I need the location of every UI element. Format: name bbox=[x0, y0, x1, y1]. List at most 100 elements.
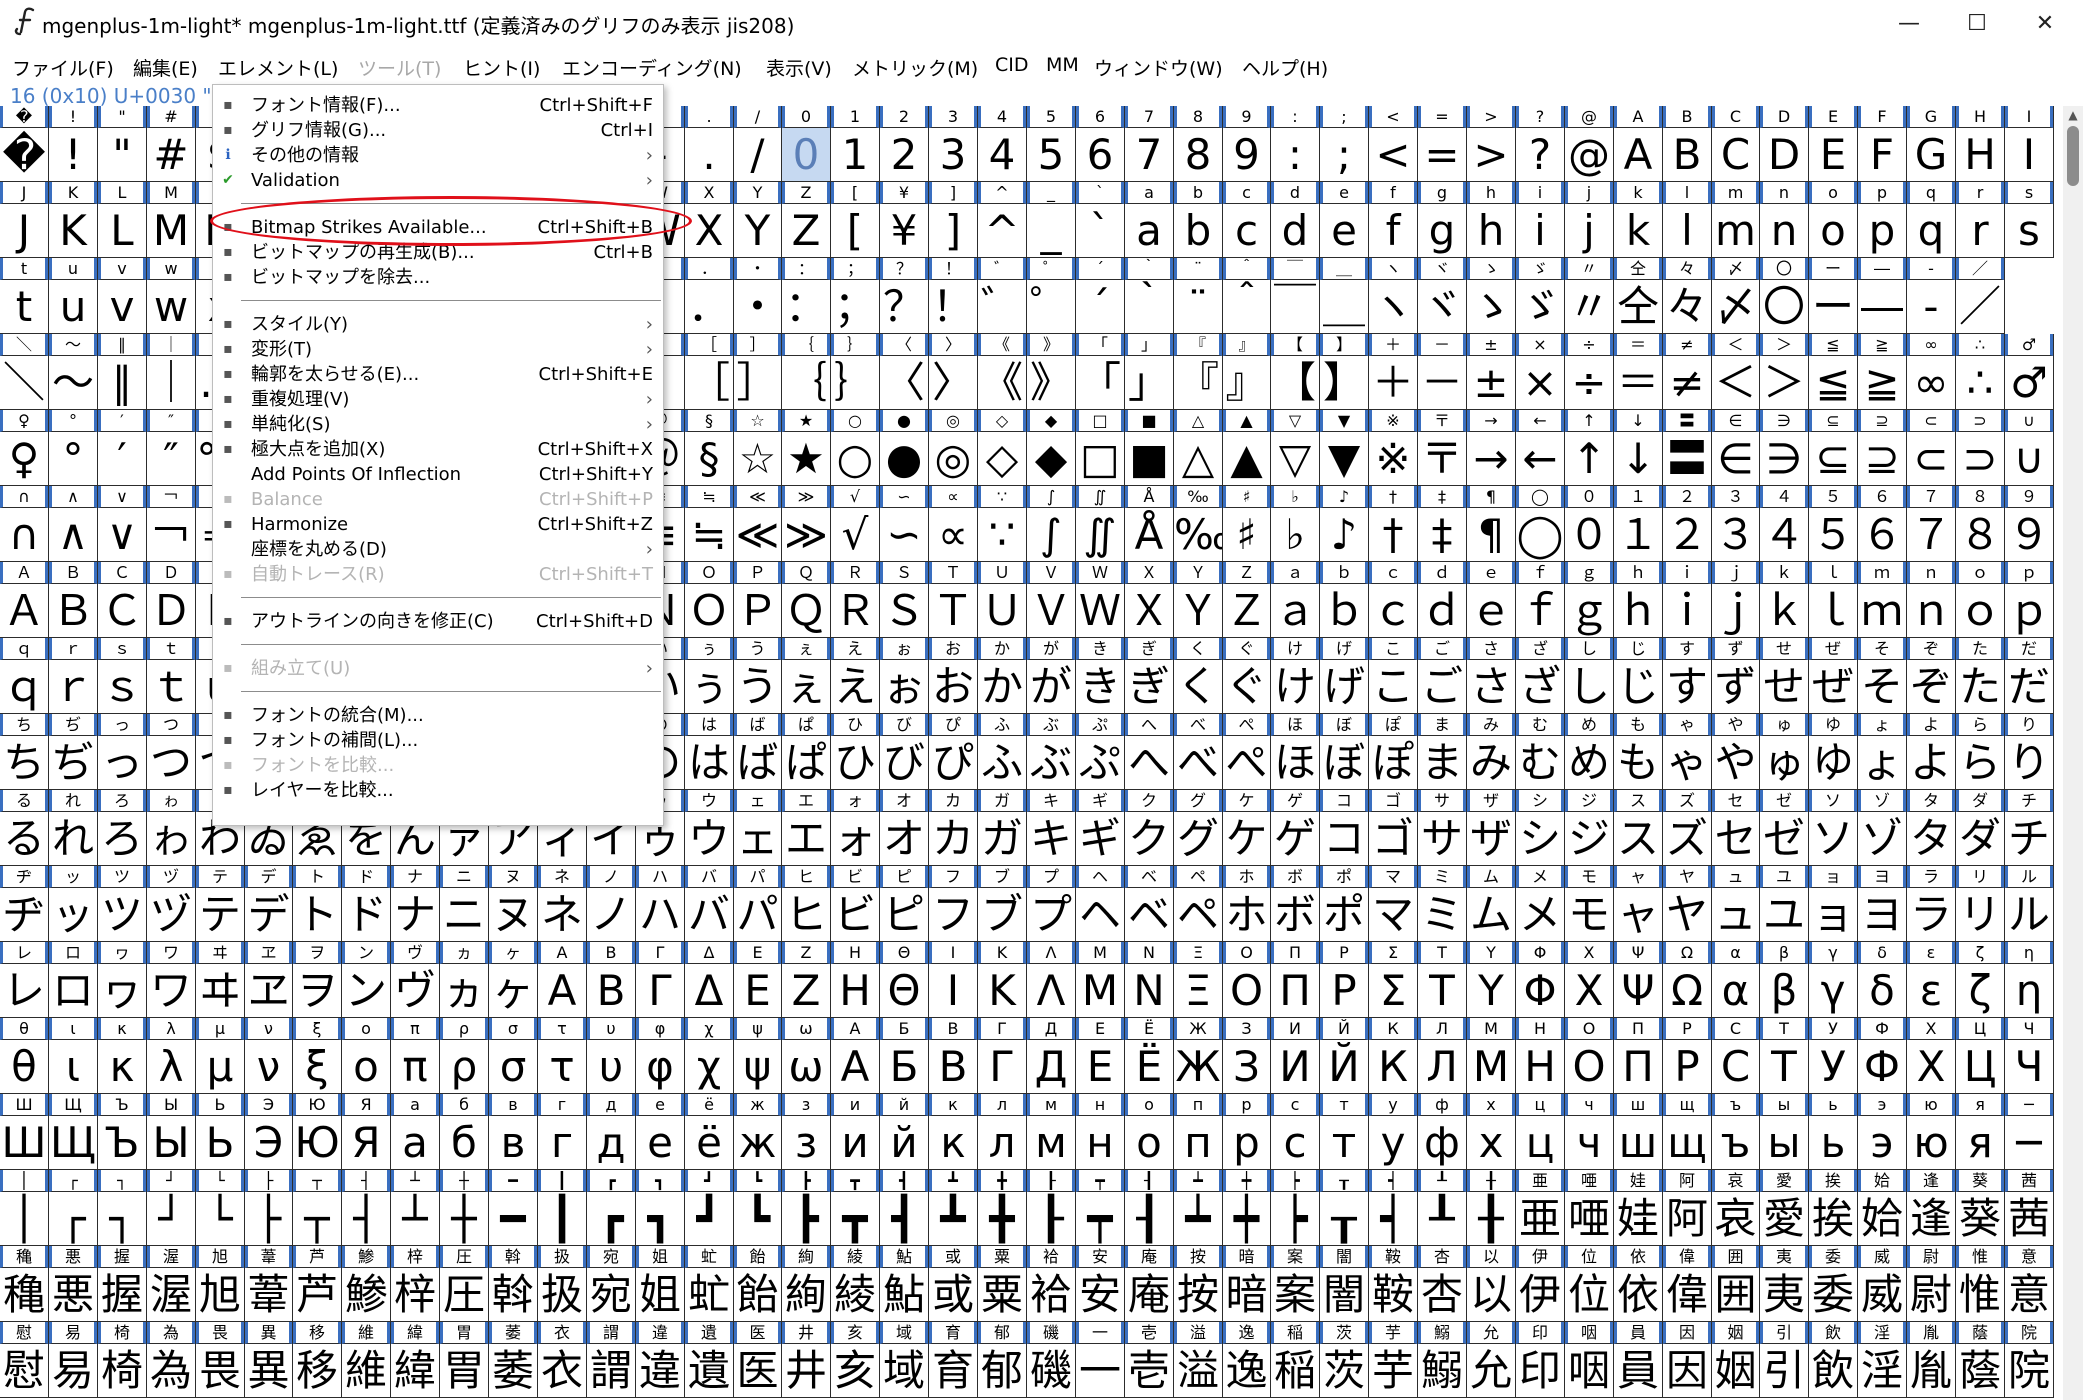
menu-mm[interactable]: MM bbox=[1046, 54, 1079, 76]
glyph-cell[interactable]: トト bbox=[293, 866, 342, 942]
menu-item[interactable]: 座標を丸める(D) › bbox=[213, 537, 663, 562]
glyph-cell[interactable]: ズズ bbox=[1663, 790, 1712, 866]
glyph-cell[interactable]: ∈ ∈ bbox=[1712, 410, 1760, 486]
glyph-cell[interactable]: → → bbox=[1467, 410, 1516, 486]
glyph-cell[interactable]: ┰ ┰ bbox=[1320, 1170, 1369, 1246]
glyph-cell[interactable]: 院院 bbox=[2005, 1322, 2054, 1398]
glyph-cell[interactable]: нн bbox=[1076, 1094, 1125, 1170]
glyph-cell[interactable]: 》》 bbox=[1027, 334, 1076, 410]
glyph-cell[interactable]: ββ bbox=[1760, 942, 1809, 1018]
glyph-cell[interactable]: ぱぱ bbox=[782, 714, 831, 790]
glyph-cell[interactable]: ┻ ┻ bbox=[929, 1170, 978, 1246]
glyph-cell[interactable]: ┐ ┐ bbox=[98, 1170, 147, 1246]
glyph-cell[interactable]: oo bbox=[1809, 182, 1858, 258]
glyph-cell[interactable]: ‐ ‐ bbox=[1907, 258, 1956, 334]
glyph-cell[interactable]: ｈｈ bbox=[1614, 562, 1663, 638]
glyph-cell[interactable]: －－ bbox=[1418, 334, 1467, 410]
glyph-cell[interactable]: жж bbox=[734, 1094, 782, 1170]
glyph-cell[interactable]: 77 bbox=[1125, 106, 1174, 182]
glyph-cell[interactable]: вв bbox=[489, 1094, 538, 1170]
glyph-cell[interactable]: 唖唖 bbox=[1565, 1170, 1614, 1246]
glyph-cell[interactable]: すす bbox=[1663, 638, 1712, 714]
glyph-cell[interactable]: ６６ bbox=[1858, 486, 1907, 562]
glyph-cell[interactable]: ΜΜ bbox=[1076, 942, 1125, 1018]
glyph-cell[interactable]: 亜亜 bbox=[1516, 1170, 1565, 1246]
glyph-cell[interactable]: ÷ ÷ bbox=[1565, 334, 1614, 410]
menu-element[interactable]: エレメント(L) bbox=[218, 54, 338, 81]
glyph-cell[interactable]: 茜茜 bbox=[2005, 1170, 2054, 1246]
menu-metrics[interactable]: メトリック(M) bbox=[852, 54, 978, 81]
glyph-cell[interactable]: ээ bbox=[1858, 1094, 1907, 1170]
glyph-cell[interactable]: ｊｊ bbox=[1712, 562, 1760, 638]
glyph-cell[interactable]: аа bbox=[391, 1094, 440, 1170]
glyph-cell[interactable]: ぷぷ bbox=[1076, 714, 1125, 790]
glyph-cell[interactable]: шш bbox=[1614, 1094, 1663, 1170]
glyph-cell[interactable]: 慰慰 bbox=[0, 1322, 49, 1398]
glyph-cell[interactable]: ネネ bbox=[538, 866, 587, 942]
glyph-cell[interactable]: ыы bbox=[1760, 1094, 1809, 1170]
glyph-cell[interactable]: エエ bbox=[782, 790, 831, 866]
glyph-cell[interactable]: ▲ ▲ bbox=[1223, 410, 1271, 486]
glyph-cell[interactable]: νν bbox=[245, 1018, 293, 1094]
glyph-cell[interactable]: ΨΨ bbox=[1614, 942, 1663, 1018]
glyph-cell[interactable]: ガガ bbox=[978, 790, 1027, 866]
menu-window[interactable]: ウィンドウ(W) bbox=[1094, 54, 1223, 81]
glyph-cell[interactable]: ГГ bbox=[978, 1018, 1027, 1094]
glyph-cell[interactable]: .. bbox=[685, 106, 734, 182]
glyph-cell[interactable]: むむ bbox=[1516, 714, 1565, 790]
glyph-cell[interactable]: ΘΘ bbox=[880, 942, 929, 1018]
glyph-cell[interactable]: АА bbox=[831, 1018, 880, 1094]
glyph-cell[interactable]: θθ bbox=[0, 1018, 49, 1094]
glyph-cell[interactable]: ４４ bbox=[1760, 486, 1809, 562]
glyph-cell[interactable]: AA bbox=[1614, 106, 1663, 182]
glyph-cell[interactable]: ± ± bbox=[1467, 334, 1516, 410]
glyph-cell[interactable]: かか bbox=[978, 638, 1027, 714]
glyph-cell[interactable]: ≫ ≫ bbox=[782, 486, 831, 562]
glyph-cell[interactable]: ぼぼ bbox=[1320, 714, 1369, 790]
glyph-cell[interactable]: ΗΗ bbox=[831, 942, 880, 1018]
glyph-cell[interactable]: LL bbox=[98, 182, 147, 258]
glyph-cell[interactable]: 異異 bbox=[245, 1322, 293, 1398]
glyph-cell[interactable]: ｌｌ bbox=[1809, 562, 1858, 638]
glyph-cell[interactable]: ″ ″ bbox=[147, 410, 196, 486]
glyph-cell[interactable]: 〓〓 bbox=[1663, 410, 1712, 486]
glyph-cell[interactable]: GG bbox=[1907, 106, 1956, 182]
glyph-cell[interactable]: uu bbox=[49, 258, 98, 334]
glyph-cell[interactable]: 33 bbox=[929, 106, 978, 182]
glyph-cell[interactable]: 斡斡 bbox=[489, 1246, 538, 1322]
glyph-cell[interactable]: 依依 bbox=[1614, 1246, 1663, 1322]
glyph-cell[interactable]: ・・ bbox=[734, 258, 782, 334]
glyph-cell[interactable]: ┘ ┘ bbox=[147, 1170, 196, 1246]
glyph-cell[interactable]: ごご bbox=[1418, 638, 1467, 714]
glyph-cell[interactable]: べべ bbox=[1174, 714, 1223, 790]
glyph-cell[interactable]: ◆ ◆ bbox=[1027, 410, 1076, 486]
glyph-cell[interactable]: ジジ bbox=[1565, 790, 1614, 866]
glyph-cell[interactable]: ヤヤ bbox=[1663, 866, 1712, 942]
glyph-cell[interactable]: カカ bbox=[929, 790, 978, 866]
glyph-cell[interactable]: ｓｓ bbox=[98, 638, 147, 714]
glyph-cell[interactable]: ｐｐ bbox=[2005, 562, 2054, 638]
glyph-cell[interactable]: ┸ ┸ bbox=[1418, 1170, 1467, 1246]
glyph-cell[interactable]: dd bbox=[1271, 182, 1320, 258]
glyph-cell[interactable]: 握握 bbox=[98, 1246, 147, 1322]
glyph-cell[interactable]: そそ bbox=[1858, 638, 1907, 714]
glyph-cell[interactable]: ΔΔ bbox=[685, 942, 734, 1018]
glyph-cell[interactable]: ヮヮ bbox=[98, 942, 147, 1018]
glyph-cell[interactable]: EE bbox=[1809, 106, 1858, 182]
glyph-cell[interactable]: ＱＱ bbox=[782, 562, 831, 638]
glyph-cell[interactable]: ワワ bbox=[147, 942, 196, 1018]
glyph-cell[interactable]: うう bbox=[734, 638, 782, 714]
glyph-cell[interactable]: ВВ bbox=[929, 1018, 978, 1094]
menu-help[interactable]: ヘルプ(H) bbox=[1242, 54, 1328, 81]
glyph-cell[interactable]: ○ ○ bbox=[831, 410, 880, 486]
glyph-cell[interactable]: 萎萎 bbox=[489, 1322, 538, 1398]
glyph-cell[interactable]: ゴゴ bbox=[1369, 790, 1418, 866]
glyph-cell[interactable]: εε bbox=[1907, 942, 1956, 1018]
glyph-cell[interactable]: hh bbox=[1467, 182, 1516, 258]
glyph-cell[interactable]: 育育 bbox=[929, 1322, 978, 1398]
glyph-cell[interactable]: 鮎鮎 bbox=[880, 1246, 929, 1322]
glyph-cell[interactable]: ┼ ┼ bbox=[440, 1170, 489, 1246]
glyph-cell[interactable]: сс bbox=[1271, 1094, 1320, 1170]
glyph-cell[interactable]: ＾ ＾ bbox=[1223, 258, 1271, 334]
glyph-cell[interactable]: 姐姐 bbox=[636, 1246, 685, 1322]
